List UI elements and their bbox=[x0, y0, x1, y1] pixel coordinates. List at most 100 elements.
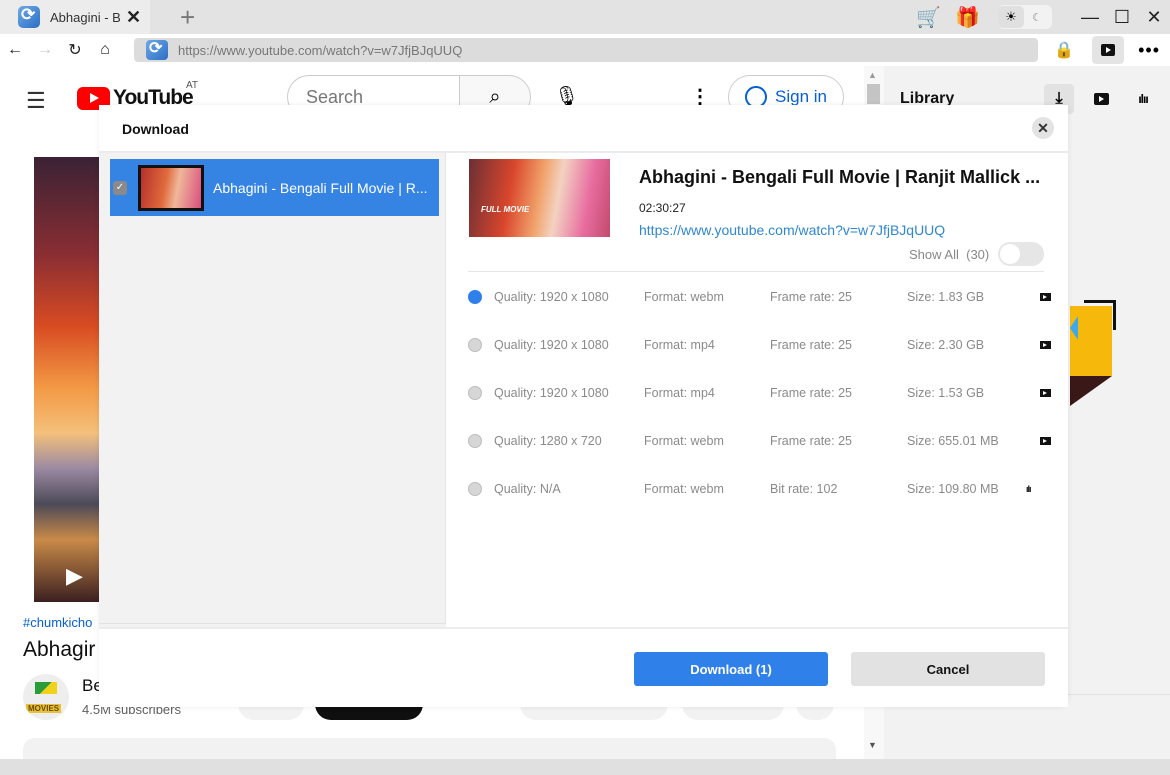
audio-wave-icon: ılıı bbox=[1138, 92, 1148, 106]
video-hashtag[interactable]: #chumkicho bbox=[23, 615, 92, 630]
library-tab-audio[interactable]: ılıı bbox=[1128, 84, 1158, 114]
queue-item-title: Abhagini - Bengali Full Movie | R... bbox=[213, 179, 428, 196]
format-container: Format: mp4 bbox=[644, 386, 715, 400]
format-rate: Bit rate: 102 bbox=[770, 482, 838, 496]
format-quality: Quality: 1920 x 1080 bbox=[494, 338, 609, 352]
maximize-button[interactable]: ☐ bbox=[1106, 7, 1138, 28]
format-option[interactable]: Quality: N/A Format: webm Bit rate: 102 … bbox=[468, 474, 1044, 504]
format-container: Format: mp4 bbox=[644, 338, 715, 352]
cart-icon[interactable]: 🛒 bbox=[916, 5, 941, 30]
cancel-button[interactable]: Cancel bbox=[851, 652, 1045, 686]
format-container: Format: webm bbox=[644, 290, 724, 304]
play-icon[interactable]: ▶ bbox=[66, 563, 83, 589]
tab-close-icon[interactable]: ✕ bbox=[126, 7, 141, 28]
format-size: Size: 1.53 GB bbox=[907, 386, 985, 400]
video-duration: 02:30:27 bbox=[639, 201, 686, 215]
format-option[interactable]: Quality: 1280 x 720 Format: webm Frame r… bbox=[468, 426, 1051, 456]
format-container: Format: webm bbox=[644, 434, 724, 448]
library-tab-video[interactable] bbox=[1086, 84, 1116, 114]
format-quality: Quality: 1920 x 1080 bbox=[494, 386, 609, 400]
format-rate: Frame rate: 25 bbox=[770, 386, 852, 400]
show-all-label: Show All (30) bbox=[909, 247, 989, 262]
format-quality: Quality: 1920 x 1080 bbox=[494, 290, 609, 304]
sign-in-label: Sign in bbox=[775, 87, 827, 106]
video-icon bbox=[1093, 93, 1109, 105]
format-radio[interactable] bbox=[468, 482, 482, 496]
download-detail-pane: FULL MOVIE Abhagini - Bengali Full Movie… bbox=[446, 153, 1068, 627]
lock-icon[interactable]: 🔒 bbox=[1054, 40, 1074, 60]
format-size: Size: 655.01 MB bbox=[907, 434, 999, 448]
video-thumbnail: FULL MOVIE bbox=[469, 159, 610, 237]
dialog-title: Download bbox=[122, 121, 189, 137]
video-type-icon bbox=[1040, 437, 1051, 445]
video-type-icon bbox=[1040, 341, 1051, 349]
home-icon[interactable]: ⌂ bbox=[90, 41, 120, 59]
formats-divider bbox=[468, 271, 1044, 272]
channel-avatar[interactable] bbox=[23, 674, 69, 720]
address-url[interactable]: https://www.youtube.com/watch?v=w7JfjBJq… bbox=[178, 43, 462, 58]
video-title: Abhagir bbox=[23, 638, 96, 661]
download-dialog: Download ✕ ✓ Abhagini - Bengali Full Mov… bbox=[99, 105, 1068, 707]
back-arrow-icon[interactable]: ← bbox=[0, 41, 30, 59]
sun-icon[interactable]: ☀ bbox=[998, 6, 1024, 28]
dialog-close-button[interactable]: ✕ bbox=[1032, 117, 1054, 139]
format-size: Size: 2.30 GB bbox=[907, 338, 985, 352]
format-radio[interactable] bbox=[468, 290, 482, 304]
format-radio[interactable] bbox=[468, 386, 482, 400]
media-library-button[interactable] bbox=[1092, 36, 1125, 64]
video-description[interactable] bbox=[23, 738, 836, 759]
format-rate: Frame rate: 25 bbox=[770, 290, 852, 304]
video-detail-title: Abhagini - Bengali Full Movie | Ranjit M… bbox=[639, 167, 1041, 187]
gift-icon[interactable]: 🎁 bbox=[955, 5, 980, 30]
video-play-icon bbox=[1101, 44, 1116, 56]
thumbnail-caption: FULL MOVIE bbox=[481, 205, 530, 214]
app-refresh-icon bbox=[146, 38, 168, 60]
queue-item-thumbnail bbox=[138, 164, 204, 211]
app-refresh-icon bbox=[18, 5, 40, 28]
format-quality: Quality: N/A bbox=[494, 482, 561, 496]
video-player[interactable] bbox=[34, 157, 104, 602]
forward-arrow-icon[interactable]: → bbox=[30, 41, 60, 59]
video-type-icon bbox=[1040, 293, 1051, 301]
format-rate: Frame rate: 25 bbox=[770, 338, 852, 352]
browser-tab-bar: Abhagini - B ✕ + 🛒 🎁 ☀ ☾ — ☐ ✕ bbox=[0, 0, 1170, 34]
format-radio[interactable] bbox=[468, 338, 482, 352]
reload-icon[interactable]: ↻ bbox=[60, 40, 90, 60]
region-code: AT bbox=[186, 80, 199, 91]
format-radio[interactable] bbox=[468, 434, 482, 448]
queue-item-checkbox[interactable]: ✓ bbox=[113, 180, 127, 195]
show-all-count: (30) bbox=[966, 247, 990, 262]
more-options-icon[interactable]: ••• bbox=[1138, 40, 1160, 61]
scroll-thumb[interactable] bbox=[867, 84, 880, 104]
dialog-footer: Download (1) Cancel bbox=[99, 627, 1068, 707]
status-bar bbox=[0, 759, 1170, 775]
moon-icon[interactable]: ☾ bbox=[1024, 11, 1050, 24]
download-queue-pane: ✓ Abhagini - Bengali Full Movie | R... ✓… bbox=[99, 153, 446, 675]
scroll-down-arrow-icon[interactable]: ▼ bbox=[868, 740, 877, 750]
scroll-up-arrow-icon[interactable]: ▲ bbox=[868, 70, 877, 80]
hamburger-menu-icon[interactable]: ☰ bbox=[26, 88, 46, 114]
video-type-icon bbox=[1040, 389, 1051, 397]
theme-toggle[interactable]: ☀ ☾ bbox=[998, 5, 1052, 29]
format-container: Format: webm bbox=[644, 482, 724, 496]
audio-type-icon: ılı bbox=[1026, 484, 1031, 494]
format-rate: Frame rate: 25 bbox=[770, 434, 852, 448]
show-all-toggle[interactable] bbox=[998, 242, 1044, 266]
format-size: Size: 1.83 GB bbox=[907, 290, 985, 304]
queue-item[interactable]: ✓ Abhagini - Bengali Full Movie | R... bbox=[110, 159, 439, 216]
tab-title: Abhagini - B bbox=[50, 9, 120, 25]
format-option[interactable]: Quality: 1920 x 1080 Format: webm Frame … bbox=[468, 282, 1051, 312]
new-tab-plus-icon[interactable]: + bbox=[180, 2, 195, 33]
video-url-link[interactable]: https://www.youtube.com/watch?v=w7JfjBJq… bbox=[639, 222, 945, 238]
format-quality: Quality: 1280 x 720 bbox=[494, 434, 602, 448]
format-option[interactable]: Quality: 1920 x 1080 Format: mp4 Frame r… bbox=[468, 330, 1051, 360]
illustration-bracket bbox=[1084, 300, 1116, 330]
minimize-button[interactable]: — bbox=[1074, 7, 1106, 28]
address-bar[interactable]: https://www.youtube.com/watch?v=w7JfjBJq… bbox=[134, 38, 1038, 62]
format-option[interactable]: Quality: 1920 x 1080 Format: mp4 Frame r… bbox=[468, 378, 1051, 408]
download-button[interactable]: Download (1) bbox=[634, 652, 828, 686]
show-all-text: Show All bbox=[909, 247, 959, 262]
toggle-knob bbox=[1000, 244, 1020, 264]
window-close-button[interactable]: ✕ bbox=[1138, 7, 1170, 28]
browser-tab[interactable]: Abhagini - B ✕ bbox=[0, 0, 150, 34]
